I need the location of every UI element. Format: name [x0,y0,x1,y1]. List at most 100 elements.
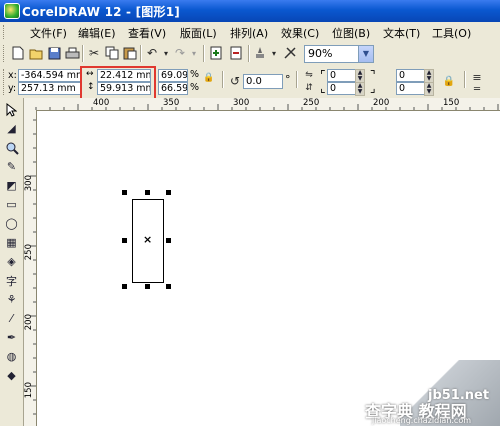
cut-icon[interactable]: ✂ [86,45,102,61]
menu-effects[interactable]: 效果(C) [281,25,319,41]
corner-bottom-left-icon: ⌞ [320,81,326,95]
ruler-label: 300 [233,98,250,108]
spinner-icon[interactable]: ▲ ▼ [424,69,434,83]
redo-dropdown-icon[interactable]: ▾ [186,45,202,61]
menu-text[interactable]: 文本(T) [383,25,420,41]
watermark-url: jiaocheng.chazidian.com [372,416,472,425]
menu-bitmaps[interactable]: 位图(B) [332,25,370,41]
selection-handle[interactable] [122,284,127,289]
ruler-label: 350 [163,98,180,108]
propbar-separator [464,71,466,88]
menu-file[interactable]: 文件(F) [30,25,67,41]
app-icon [4,3,20,19]
interactive-blend-tool-icon[interactable]: ⚘ [3,291,20,308]
mirror-horizontal-icon[interactable]: ⇋ [302,69,316,81]
selection-handle[interactable] [122,190,127,195]
selection-handle[interactable] [166,238,171,243]
basic-shapes-tool-icon[interactable]: ◈ [3,253,20,270]
ruler-label: 150 [24,382,34,399]
toolbar-separator [203,45,205,62]
ruler-label: 200 [373,98,390,108]
horizontal-ruler[interactable]: 400 350 300 250 200 150 [24,98,500,111]
eyedropper-tool-icon[interactable]: ⁄ [3,310,20,327]
standard-toolbar: ✂ ↶ ▾ ↷ ▾ ▾ 90% ▼ [0,42,500,67]
import-icon[interactable] [208,45,224,61]
toolbar-separator [140,45,142,62]
wrap-text-icon[interactable]: ≡ [470,70,484,84]
zoom-tool-icon[interactable] [3,139,20,156]
toolbar-separator [82,45,84,62]
menu-edit[interactable]: 编辑(E) [78,25,116,41]
paste-icon[interactable] [122,45,138,61]
x-label: x: [8,70,17,81]
selection-handle[interactable] [145,190,150,195]
chevron-down-icon[interactable]: ▼ [358,46,373,62]
freehand-tool-icon[interactable]: ✎ [3,158,20,175]
outline-tool-icon[interactable]: ✒ [3,329,20,346]
scale-y-field[interactable]: 66.59 [158,82,188,95]
shape-tool-icon[interactable]: ◢ [3,120,20,137]
fill-tool-icon[interactable]: ◍ [3,348,20,365]
mirror-vertical-icon[interactable]: ⇵ [302,82,316,94]
rotate-icon: ↺ [229,74,241,88]
ruler-label: 400 [93,98,110,108]
rotation-field[interactable]: 0.0 [243,74,283,89]
graph-paper-tool-icon[interactable]: ▦ [3,234,20,251]
menu-arrange[interactable]: 排列(A) [230,25,268,41]
selection-handle[interactable] [122,238,127,243]
launcher-dropdown-icon[interactable]: ▾ [266,45,282,61]
spinner-icon[interactable]: ▲ ▼ [355,69,365,83]
options-icon[interactable] [282,45,298,61]
rectangle-tool-icon[interactable]: ▭ [3,196,20,213]
export-icon[interactable] [228,45,244,61]
scale-x-field[interactable]: 69.09 [158,69,188,82]
property-bar: x: -364.594 mm y: 257.13 mm ↔ 22.412 mm … [0,66,500,99]
vertical-ruler[interactable]: 300 250 200 150 [24,110,37,426]
ruler-label: 300 [24,175,34,192]
ruler-label: 250 [24,244,34,261]
y-position-field[interactable]: 257.13 mm [18,82,81,95]
spinner-icon[interactable]: ▲ ▼ [355,82,365,96]
pick-tool-icon[interactable] [3,101,20,118]
y-label: y: [8,83,17,94]
menu-bar: 文件(F) 编辑(E) 查看(V) 版面(L) 排列(A) 效果(C) 位图(B… [0,22,500,43]
corner-bottom-right-icon: ⌟ [370,81,376,95]
copy-icon[interactable] [104,45,120,61]
corner-top-right-icon: ⌝ [370,68,376,82]
zoom-level-value: 90% [308,47,333,60]
ellipse-tool-icon[interactable]: ◯ [3,215,20,232]
ruler-label: 250 [303,98,320,108]
new-icon[interactable] [10,45,26,61]
ruler-label: 150 [443,98,460,108]
text-tool-icon[interactable]: 字 [3,272,20,289]
corner-top-left-icon: ⌜ [320,68,326,82]
selection-handle[interactable] [166,284,171,289]
propbar-grip [3,69,7,95]
save-icon[interactable] [46,45,62,61]
degree-label: ° [285,73,291,86]
round-corners-lock-icon[interactable]: 🔒 [442,74,456,88]
menu-tools[interactable]: 工具(O) [432,25,471,41]
rotation-center-icon[interactable]: × [143,233,152,246]
outline-width-icon[interactable]: ═ [470,83,484,95]
percent-x-label: % [190,69,200,80]
x-position-field[interactable]: -364.594 mm [18,69,81,82]
menu-view[interactable]: 查看(V) [128,25,166,41]
menu-layout[interactable]: 版面(L) [180,25,217,41]
menu-grip [3,25,7,39]
spinner-icon[interactable]: ▲ ▼ [424,82,434,96]
lock-ratio-icon[interactable]: 🔒 [203,72,215,84]
ruler-label: 200 [24,314,34,331]
smart-fill-tool-icon[interactable]: ◩ [3,177,20,194]
title-bar: CorelDRAW 12 - [图形1] [0,0,500,22]
zoom-level-select[interactable]: 90% ▼ [304,45,374,63]
open-icon[interactable] [28,45,44,61]
toolbox: ◢ ✎ ◩ ▭ ◯ ▦ ◈ 字 ⚘ ⁄ ✒ ◍ ◆ [0,98,24,426]
toolbar-separator [248,45,250,62]
print-icon[interactable] [64,45,80,61]
propbar-separator [222,71,224,88]
selection-handle[interactable] [166,190,171,195]
toolbar-grip [3,45,7,62]
interactive-fill-tool-icon[interactable]: ◆ [3,367,20,384]
selection-handle[interactable] [145,284,150,289]
